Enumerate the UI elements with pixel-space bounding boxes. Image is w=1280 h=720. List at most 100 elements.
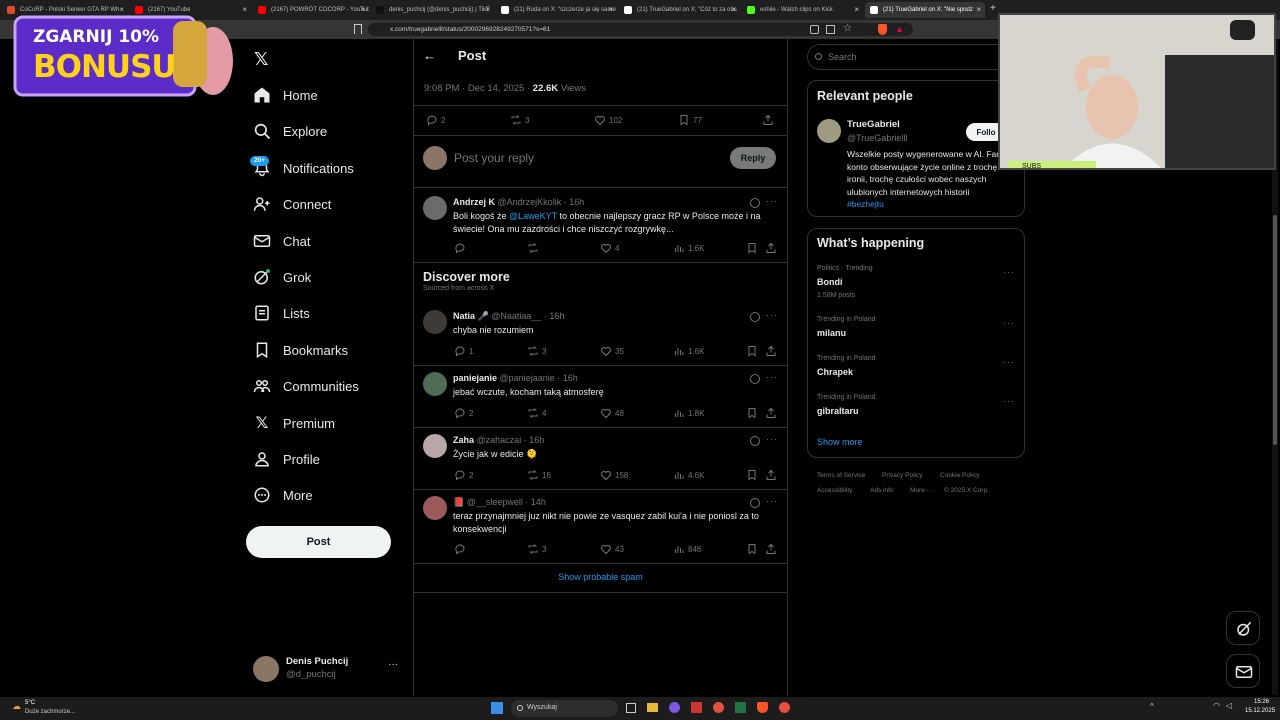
trend-more-icon[interactable]: ···	[1003, 357, 1015, 367]
browser-tab[interactable]: (2167) POWRÓT COCORP - YouTube ×	[253, 2, 369, 18]
like-action[interactable]: 158	[600, 468, 628, 482]
nav-grok[interactable]: Grok	[253, 264, 311, 290]
footer-link[interactable]: More ···	[910, 487, 933, 494]
nav-premium[interactable]: 𝕏 Premium	[253, 410, 335, 436]
windows-start-icon[interactable]	[491, 702, 503, 714]
repost-action[interactable]	[527, 241, 542, 255]
close-tab-icon[interactable]: ×	[242, 2, 247, 18]
reply-action[interactable]	[454, 241, 469, 255]
relevant-name[interactable]: TrueGabriel	[847, 119, 900, 130]
volume-icon[interactable]: ◁	[1226, 701, 1232, 710]
share-action[interactable]	[765, 542, 780, 556]
hashtag-link[interactable]: #bezhejtu	[847, 199, 884, 209]
browser-tab[interactable]: (21) Ruda on X: "szczerze ja się same ×	[496, 2, 617, 18]
taskbar-search[interactable]: Wyszukaj	[511, 700, 618, 717]
brave-browser-icon[interactable]	[757, 702, 768, 713]
repost-action[interactable]: 3	[527, 542, 546, 556]
grok-icon[interactable]	[750, 374, 760, 384]
app-icon[interactable]	[713, 702, 724, 713]
bookmark-action[interactable]	[746, 344, 761, 358]
account-more-icon[interactable]: ···	[388, 659, 398, 670]
close-tab-icon[interactable]: ×	[976, 2, 981, 18]
nav-lists[interactable]: Lists	[253, 300, 310, 326]
nav-home[interactable]: Home	[253, 82, 318, 108]
wifi-icon[interactable]: ◠	[1213, 701, 1220, 710]
grok-icon[interactable]	[750, 312, 760, 322]
footer-link[interactable]: Cookie Policy	[940, 472, 979, 479]
clock-date[interactable]: 15.12.2025	[1245, 708, 1275, 714]
clock-time[interactable]: 15:26	[1254, 699, 1269, 705]
close-tab-icon[interactable]: ×	[731, 2, 736, 18]
post-more-icon[interactable]: ···	[766, 196, 778, 206]
reply-action[interactable]: 2	[426, 113, 445, 127]
trend-more-icon[interactable]: ···	[1003, 318, 1015, 328]
like-action[interactable]: 35	[600, 344, 624, 358]
grok-icon[interactable]	[750, 436, 760, 446]
views-action[interactable]: 846	[673, 542, 701, 556]
app-icon[interactable]	[669, 702, 680, 713]
reply-button[interactable]: Reply	[730, 147, 776, 169]
app-icon[interactable]	[735, 702, 746, 713]
reply-action[interactable]: 2	[454, 406, 473, 420]
bookmark-action[interactable]	[746, 406, 761, 420]
account-switcher[interactable]: Denis Puchcij @d_puchcij ···	[253, 654, 403, 684]
close-tab-icon[interactable]: ×	[360, 2, 365, 18]
share-action[interactable]	[765, 344, 780, 358]
post-more-icon[interactable]: ···	[766, 372, 778, 382]
nav-communities[interactable]: Communities	[253, 373, 359, 399]
like-action[interactable]: 43	[600, 542, 624, 556]
grok-icon[interactable]	[750, 198, 760, 208]
footer-link[interactable]: Terms of Service	[817, 472, 865, 479]
footer-link[interactable]: Privacy Policy	[882, 472, 922, 479]
repost-action[interactable]: 16	[527, 468, 551, 482]
grok-floating-button[interactable]	[1226, 611, 1260, 645]
bookmark-action[interactable]	[746, 542, 761, 556]
nav-profile[interactable]: Profile	[253, 446, 320, 472]
close-tab-icon[interactable]: ×	[854, 2, 859, 18]
back-arrow-icon[interactable]: ←	[423, 48, 436, 63]
x-logo-icon[interactable]: 𝕏	[254, 49, 269, 70]
browser-tab[interactable]: (21) TrueGabriel on X: "Cóż to za obs ×	[619, 2, 740, 18]
post-more-icon[interactable]: ···	[766, 496, 778, 506]
share-action[interactable]	[765, 241, 780, 255]
post-more-icon[interactable]: ···	[766, 310, 778, 320]
nav-chat[interactable]: Chat	[253, 228, 310, 254]
like-action[interactable]: 102	[594, 113, 622, 127]
close-tab-icon[interactable]: ×	[608, 2, 613, 18]
views-action[interactable]: 1.8K	[673, 406, 704, 420]
trend-more-icon[interactable]: ···	[1003, 396, 1015, 406]
extensions-icon[interactable]	[810, 25, 819, 34]
scrollbar-thumb[interactable]	[1273, 215, 1277, 445]
repost-action[interactable]: 4	[527, 406, 546, 420]
repost-action[interactable]: 3	[527, 344, 546, 358]
post-button[interactable]: Post	[246, 526, 391, 558]
bookmark-action[interactable]	[746, 468, 761, 482]
search-input[interactable]: Search	[807, 44, 1025, 70]
show-spam-link[interactable]: Show probable spam	[414, 572, 787, 582]
mention-link[interactable]: @LaweKYT	[509, 211, 557, 221]
nav-bookmarks[interactable]: Bookmarks	[253, 337, 348, 363]
new-tab-icon[interactable]: +	[990, 3, 996, 14]
footer-link[interactable]: Ads info	[870, 487, 894, 494]
trend-more-icon[interactable]: ···	[1003, 267, 1015, 277]
reply-action[interactable]: 2	[454, 468, 473, 482]
browser-tab[interactable]: denis_puchcij (@denis_puchcij) | TikT ×	[371, 2, 494, 18]
app-icon[interactable]	[691, 702, 702, 713]
show-more-link[interactable]: Show more	[817, 437, 863, 447]
like-action[interactable]: 4	[600, 241, 619, 255]
views-action[interactable]: 1.6K	[673, 241, 704, 255]
repost-action[interactable]: 3	[510, 113, 529, 127]
nav-explore[interactable]: Explore	[253, 118, 327, 144]
nav-connect[interactable]: Connect	[253, 191, 331, 217]
close-tab-icon[interactable]: ×	[485, 2, 490, 18]
post-more-icon[interactable]: ···	[766, 434, 778, 444]
app-icon[interactable]	[779, 702, 790, 713]
task-view-icon[interactable]	[626, 703, 636, 713]
tray-chevron-icon[interactable]: ^	[1150, 702, 1154, 711]
star-icon[interactable]: ☆	[843, 23, 852, 34]
grok-icon[interactable]	[750, 498, 760, 508]
views-action[interactable]: 1.6K	[673, 344, 704, 358]
bookmark-page-icon[interactable]	[354, 24, 362, 34]
messages-floating-button[interactable]	[1226, 654, 1260, 688]
nav-more[interactable]: More	[253, 482, 313, 508]
